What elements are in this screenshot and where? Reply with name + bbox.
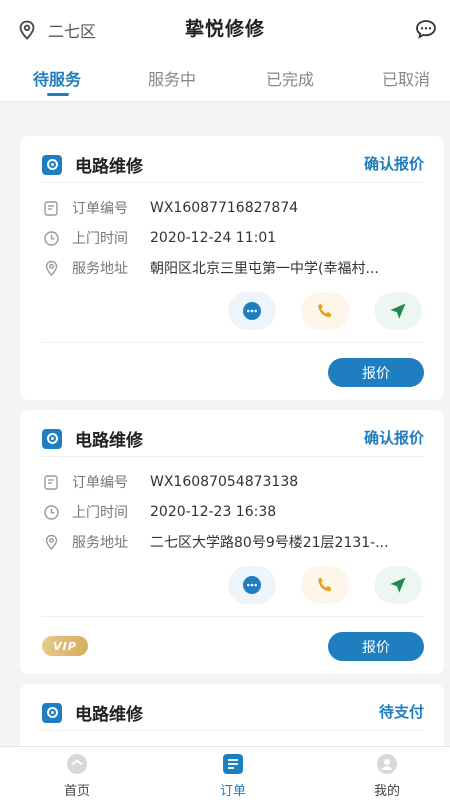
chat-button[interactable]: [228, 566, 276, 604]
service-address-value: 二七区大学路80号9号楼21层2131-...: [150, 535, 389, 551]
visit-time-label: 上门时间: [72, 505, 128, 521]
divider: [42, 730, 424, 731]
order-number-value: WX16087716827874: [150, 200, 299, 216]
call-button[interactable]: [301, 292, 349, 330]
order-number-label: 订单编号: [72, 475, 128, 491]
service-title: 电路维修: [75, 705, 143, 725]
location-pin-icon: [42, 533, 60, 551]
card-header: 电路维修: [42, 426, 143, 451]
location-pin-icon: [42, 259, 60, 277]
service-address-value: 朝阳区北京三里屯第一中学(幸福村...: [150, 261, 379, 277]
document-icon: [42, 473, 60, 491]
tab-completed[interactable]: 已完成: [266, 66, 314, 90]
nav-home-label: 首页: [63, 784, 90, 799]
clock-icon: [42, 503, 60, 521]
active-tab-indicator: [47, 93, 69, 96]
card-header: 电路维修: [42, 700, 143, 725]
tab-in-service[interactable]: 服务中: [148, 66, 196, 90]
order-status-link[interactable]: 确认报价: [364, 427, 424, 448]
order-list[interactable]: 电路维修 确认报价 订单编号 WX16087716827874 上门时间 202…: [0, 102, 450, 746]
call-button[interactable]: [301, 566, 349, 604]
visit-time-row: 上门时间 2020-12-23 16:38: [42, 502, 422, 522]
navigate-button[interactable]: [374, 292, 422, 330]
order-number-row: 订单编号 WX16087716827874: [42, 198, 422, 218]
message-bubble-icon[interactable]: [414, 17, 438, 41]
service-icon: [42, 154, 62, 175]
divider: [42, 342, 424, 343]
visit-time-label: 上门时间: [72, 231, 128, 247]
nav-orders[interactable]: 订单: [198, 753, 268, 799]
chat-icon: [243, 302, 261, 320]
order-card: 电路维修 确认报价 订单编号 WX16087716827874 上门时间 202…: [20, 136, 444, 400]
order-status-link[interactable]: 待支付: [379, 701, 424, 722]
quote-button[interactable]: 报价: [328, 632, 424, 661]
navigation-arrow-icon: [390, 577, 406, 593]
app-title: 挚悦修修: [184, 18, 265, 40]
service-address-row: 服务地址 朝阳区北京三里屯第一中学(幸福村...: [42, 258, 422, 278]
phone-icon: [318, 577, 332, 592]
tab-cancelled[interactable]: 已取消: [382, 66, 430, 90]
service-address-row: 服务地址 二七区大学路80号9号楼21层2131-...: [42, 532, 422, 552]
order-number-row: 订单编号 WX16087054873138: [42, 472, 422, 492]
phone-icon: [318, 303, 332, 318]
profile-icon: [376, 753, 398, 775]
service-address-label: 服务地址: [72, 535, 128, 551]
service-icon: [42, 702, 62, 723]
order-number-value: WX16087054873138: [150, 474, 299, 490]
service-icon: [42, 428, 62, 449]
app-header: 二七区 挚悦修修: [0, 0, 450, 58]
nav-profile[interactable]: 我的: [352, 753, 422, 799]
document-icon: [42, 199, 60, 217]
nav-orders-label: 订单: [219, 784, 246, 799]
divider: [42, 182, 424, 183]
vip-badge: VIP: [42, 636, 88, 656]
divider: [42, 616, 424, 617]
navigate-button[interactable]: [374, 566, 422, 604]
quote-button[interactable]: 报价: [328, 358, 424, 387]
bottom-navigation: 首页 订单 我的: [0, 746, 450, 800]
tab-pending-service[interactable]: 待服务: [33, 66, 81, 90]
home-icon: [66, 753, 88, 775]
divider: [42, 456, 424, 457]
nav-home[interactable]: 首页: [42, 753, 112, 799]
nav-profile-label: 我的: [373, 784, 400, 799]
card-header: 电路维修: [42, 152, 143, 177]
service-title: 电路维修: [75, 431, 143, 451]
visit-time-row: 上门时间 2020-12-24 11:01: [42, 228, 422, 248]
order-list-icon: [222, 753, 244, 775]
order-status-link[interactable]: 确认报价: [364, 153, 424, 174]
order-number-label: 订单编号: [72, 201, 128, 217]
order-card: 电路维修 确认报价 订单编号 WX16087054873138 上门时间 202…: [20, 410, 444, 674]
service-title: 电路维修: [75, 157, 143, 177]
service-address-label: 服务地址: [72, 261, 128, 277]
chat-icon: [243, 576, 261, 594]
visit-time-value: 2020-12-24 11:01: [150, 230, 277, 246]
navigation-arrow-icon: [390, 303, 406, 319]
order-card: 电路维修 待支付: [20, 684, 444, 746]
visit-time-value: 2020-12-23 16:38: [150, 504, 277, 520]
chat-button[interactable]: [228, 292, 276, 330]
clock-icon: [42, 229, 60, 247]
